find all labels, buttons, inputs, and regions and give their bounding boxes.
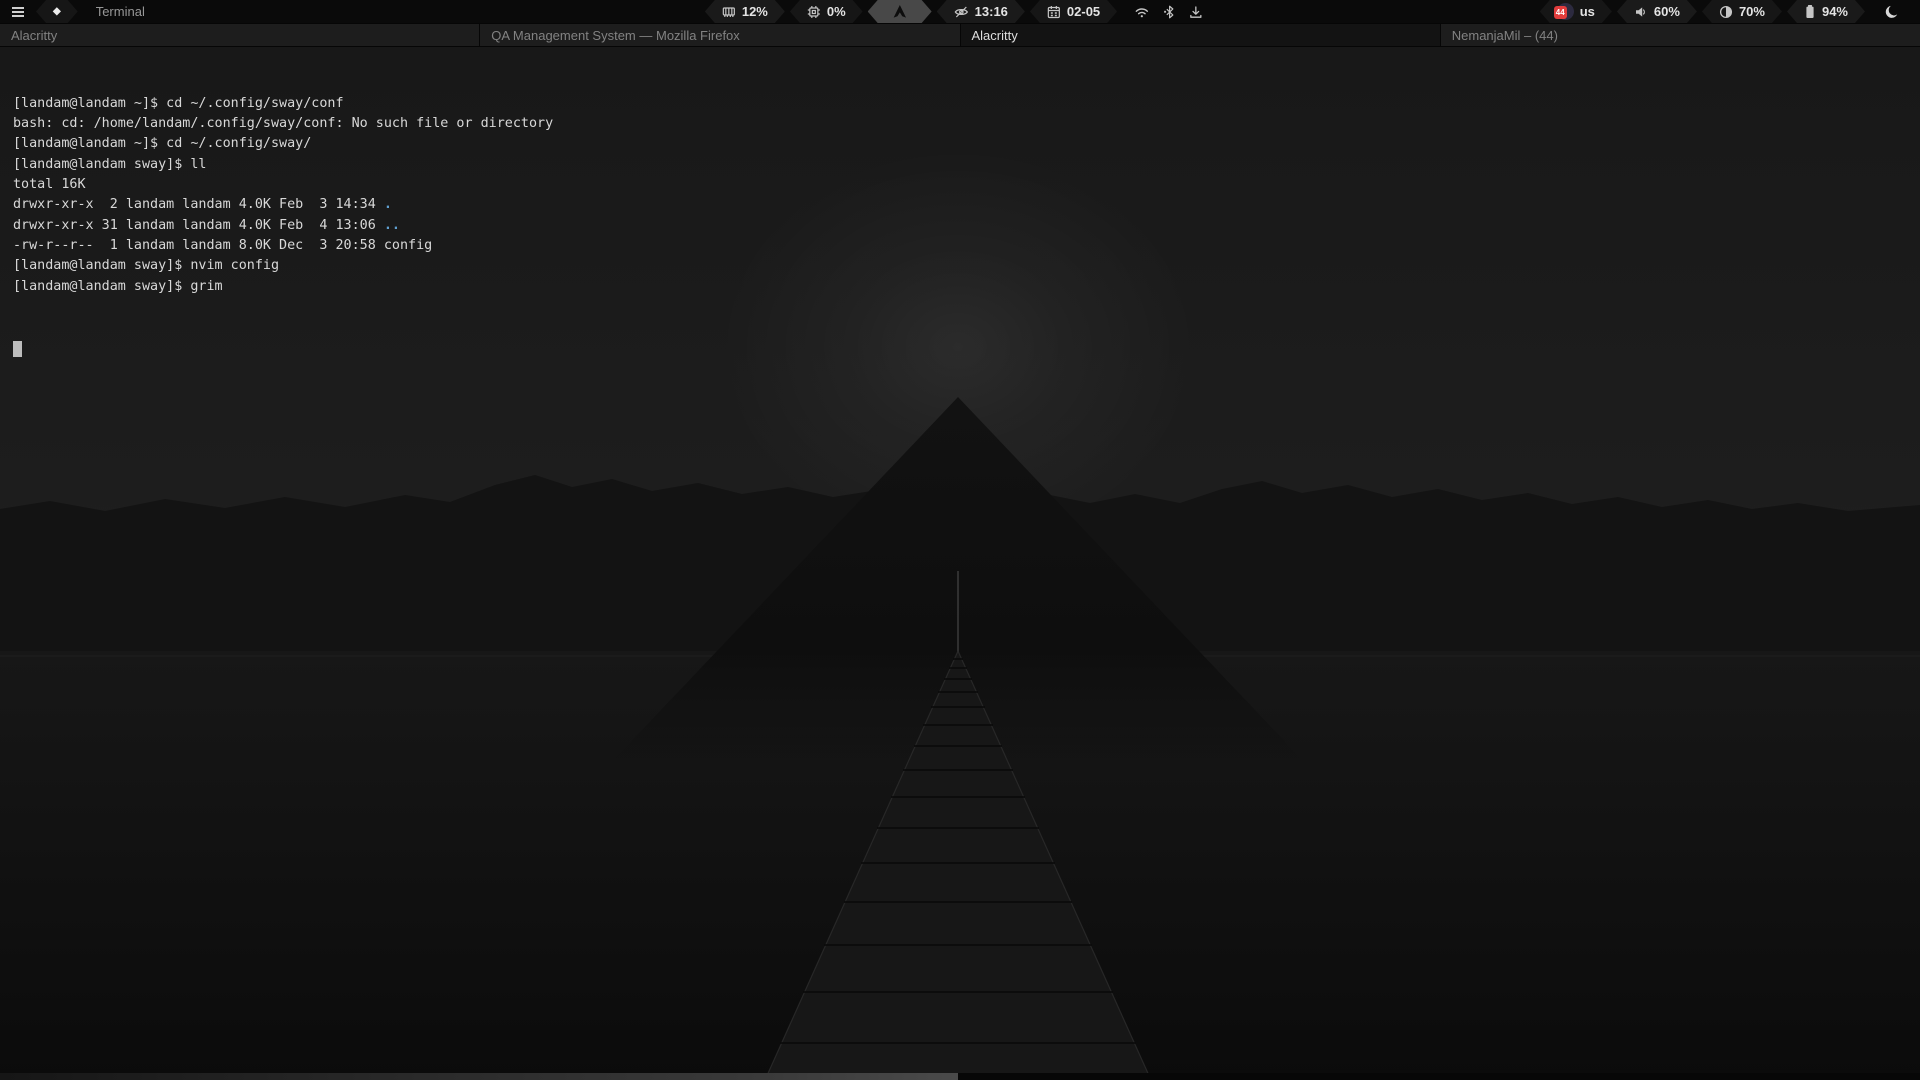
cpu-value: 0% bbox=[827, 4, 846, 19]
bottom-strip-left bbox=[0, 1073, 958, 1080]
moon-icon bbox=[1884, 4, 1900, 20]
brightness-icon bbox=[1719, 5, 1733, 19]
volume-icon bbox=[1634, 5, 1648, 19]
arch-logo-icon bbox=[892, 4, 908, 19]
idle-inhibitor-icon bbox=[954, 5, 969, 19]
brightness-value: 70% bbox=[1739, 4, 1765, 19]
tab-alacritty-1[interactable]: Alacritty bbox=[0, 23, 480, 47]
cpu-widget[interactable]: 0% bbox=[790, 0, 863, 23]
memory-widget[interactable]: 12% bbox=[705, 0, 785, 23]
notification-count-badge: 44 bbox=[1554, 6, 1567, 19]
calendar-icon bbox=[1047, 5, 1061, 19]
date-widget[interactable]: 02-05 bbox=[1030, 0, 1117, 23]
terminal-content[interactable]: [landam@landam ~]$ cd ~/.config/sway/con… bbox=[13, 53, 1920, 398]
focused-window-title: Terminal bbox=[96, 4, 145, 19]
volume-value: 60% bbox=[1654, 4, 1680, 19]
window-tab-bar: Alacritty QA Management System — Mozilla… bbox=[0, 23, 1920, 47]
tab-label: NemanjaMil – (44) bbox=[1452, 28, 1558, 43]
cpu-icon bbox=[807, 5, 821, 19]
battery-widget[interactable]: 94% bbox=[1787, 0, 1865, 23]
tab-nemanjamil[interactable]: NemanjaMil – (44) bbox=[1441, 23, 1920, 47]
terminal-window[interactable]: [landam@landam ~]$ cd ~/.config/sway/con… bbox=[0, 47, 1920, 1080]
layout-widget[interactable]: 44 us bbox=[1540, 0, 1612, 23]
night-mode-toggle[interactable] bbox=[1870, 4, 1906, 20]
terminal-cursor bbox=[13, 341, 22, 357]
tab-label: Alacritty bbox=[972, 28, 1018, 43]
brightness-widget[interactable]: 70% bbox=[1702, 0, 1782, 23]
tab-label: QA Management System — Mozilla Firefox bbox=[491, 28, 740, 43]
wifi-icon[interactable] bbox=[1134, 5, 1150, 19]
tab-alacritty-2-active[interactable]: Alacritty bbox=[961, 23, 1441, 47]
download-icon[interactable] bbox=[1189, 5, 1203, 19]
statusbar-center: 12% 0% 13:16 bbox=[705, 0, 1215, 23]
keyboard-layout: us bbox=[1580, 4, 1595, 19]
terminal-output: [landam@landam ~]$ cd ~/.config/sway/con… bbox=[13, 94, 1920, 297]
network-tray bbox=[1122, 0, 1215, 23]
statusbar-right: 44 us 60% 70% 94% bbox=[1540, 0, 1920, 23]
statusbar-left: ◆ Terminal bbox=[0, 0, 145, 23]
status-bar: ◆ Terminal 12% 0% bbox=[0, 0, 1920, 23]
workspace-indicator[interactable]: ◆ bbox=[36, 0, 78, 23]
clock-widget[interactable]: 13:16 bbox=[937, 0, 1025, 23]
bottom-strip-right bbox=[958, 1073, 1920, 1080]
distro-logo-widget[interactable] bbox=[868, 0, 932, 23]
notification-icon[interactable]: 44 bbox=[1557, 3, 1574, 20]
memory-icon bbox=[722, 5, 736, 19]
bluetooth-icon[interactable] bbox=[1163, 5, 1176, 19]
clock-time: 13:16 bbox=[975, 4, 1008, 19]
menu-icon[interactable] bbox=[12, 7, 24, 17]
memory-value: 12% bbox=[742, 4, 768, 19]
date-value: 02-05 bbox=[1067, 4, 1100, 19]
tab-label: Alacritty bbox=[11, 28, 57, 43]
battery-icon bbox=[1804, 4, 1816, 19]
battery-value: 94% bbox=[1822, 4, 1848, 19]
workspace-diamond-icon: ◆ bbox=[53, 7, 61, 17]
tab-firefox[interactable]: QA Management System — Mozilla Firefox bbox=[480, 23, 960, 47]
beam-pole bbox=[957, 571, 959, 655]
volume-widget[interactable]: 60% bbox=[1617, 0, 1697, 23]
